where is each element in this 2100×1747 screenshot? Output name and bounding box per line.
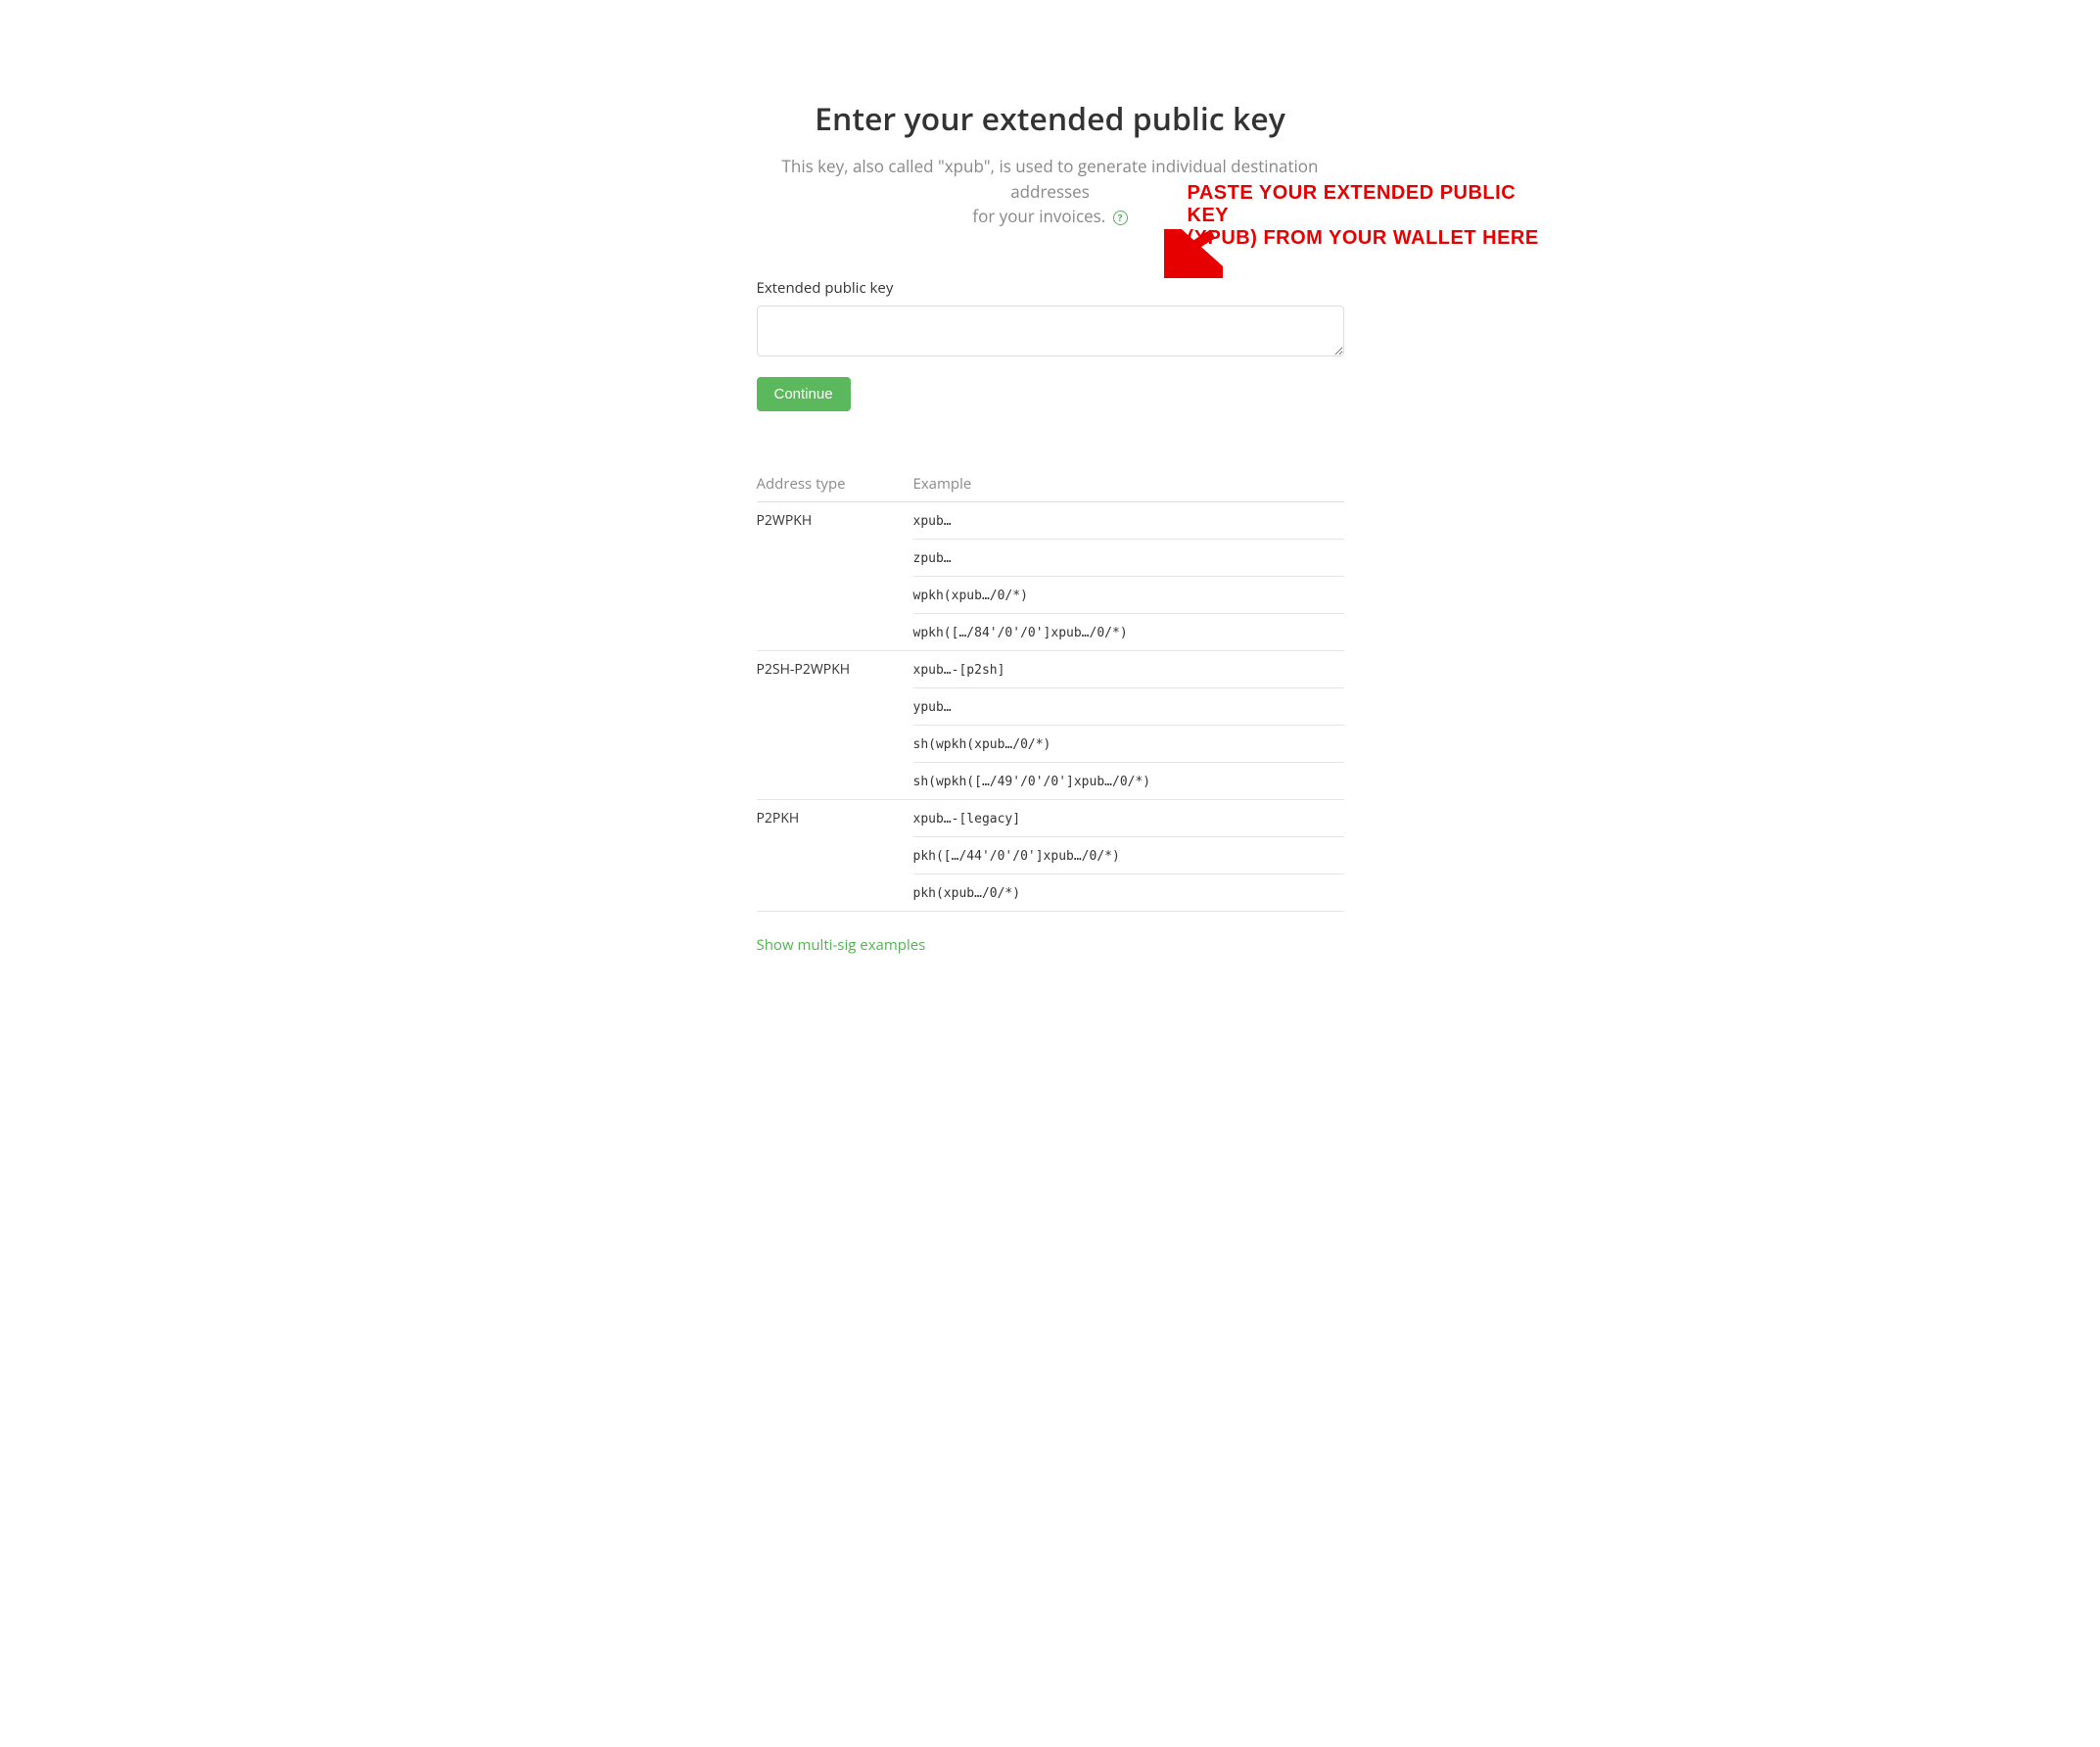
table-row: P2PKHxpub…-[legacy] pkh([…/44'/0'/0']xpub…	[757, 800, 1344, 912]
subtitle-line2: for your invoices.	[972, 205, 1105, 227]
table-row: P2WPKHxpub… zpub… wpkh(xpub…/0/*) wpkh([…/8…	[757, 501, 1344, 651]
example-cell: xpub…-[p2sh] ypub… sh(wpkh(xpub…/0/*) sh(wp…	[913, 651, 1344, 800]
example-code: pkh([…/44'/0'/0']xpub…/0/*)	[913, 849, 1120, 864]
example-code: pkh(xpub…/0/*)	[913, 886, 1021, 901]
arrow-icon	[1164, 229, 1223, 278]
example-row: sh(wpkh(xpub…/0/*)	[913, 726, 1344, 763]
example-row: ypub…	[913, 688, 1344, 726]
th-address-type: Address type	[757, 466, 913, 502]
example-code: sh(wpkh(xpub…/0/*)	[913, 737, 1051, 752]
table-row: P2SH-P2WPKHxpub…-[p2sh] ypub… sh(wpkh(xpub…	[757, 651, 1344, 800]
example-row: pkh(xpub…/0/*)	[913, 874, 1344, 912]
example-cell: xpub… zpub… wpkh(xpub…/0/*) wpkh([…/84'/0'/…	[913, 501, 1344, 651]
show-multisig-link[interactable]: Show multi-sig examples	[757, 935, 926, 955]
address-type-cell: P2PKH	[757, 800, 913, 912]
example-row: pkh([…/44'/0'/0']xpub…/0/*)	[913, 837, 1344, 874]
example-code: xpub…-[legacy]	[913, 812, 1021, 826]
xpub-input[interactable]	[757, 306, 1344, 356]
example-row: zpub…	[913, 540, 1344, 577]
help-icon[interactable]: ?	[1113, 211, 1128, 225]
example-code: xpub…-[p2sh]	[913, 663, 1005, 678]
xpub-label: Extended public key	[757, 278, 1344, 298]
continue-button[interactable]: Continue	[757, 377, 851, 411]
example-row: xpub…-[p2sh]	[913, 651, 1344, 688]
annotation-line2: (XPUB) FROM YOUR WALLET HERE	[1188, 227, 1539, 249]
example-code: sh(wpkh([…/49'/0'/0']xpub…/0/*)	[913, 775, 1151, 789]
th-example: Example	[913, 466, 1344, 502]
subtitle-line1: This key, also called "xpub", is used to…	[782, 155, 1319, 203]
example-row: xpub…	[913, 502, 1344, 540]
example-row: sh(wpkh([…/49'/0'/0']xpub…/0/*)	[913, 763, 1344, 800]
example-code: xpub…	[913, 514, 952, 529]
xpub-form: Extended public key Continue	[757, 278, 1344, 411]
page-subtitle: This key, also called "xpub", is used to…	[757, 154, 1344, 229]
address-type-cell: P2WPKH	[757, 501, 913, 651]
examples-table: Address type Example P2WPKHxpub… zpub… wpk…	[757, 466, 1344, 913]
address-type-cell: P2SH-P2WPKH	[757, 651, 913, 800]
example-cell: xpub…-[legacy] pkh([…/44'/0'/0']xpub…/0/*…	[913, 800, 1344, 912]
page-title: Enter your extended public key	[757, 98, 1344, 140]
example-row: xpub…-[legacy]	[913, 800, 1344, 837]
example-code: zpub…	[913, 551, 952, 566]
example-code: wpkh([…/84'/0'/0']xpub…/0/*)	[913, 626, 1128, 640]
example-code: wpkh(xpub…/0/*)	[913, 589, 1028, 603]
example-row: wpkh(xpub…/0/*)	[913, 577, 1344, 614]
example-row: wpkh([…/84'/0'/0']xpub…/0/*)	[913, 614, 1344, 651]
example-code: ypub…	[913, 700, 952, 715]
